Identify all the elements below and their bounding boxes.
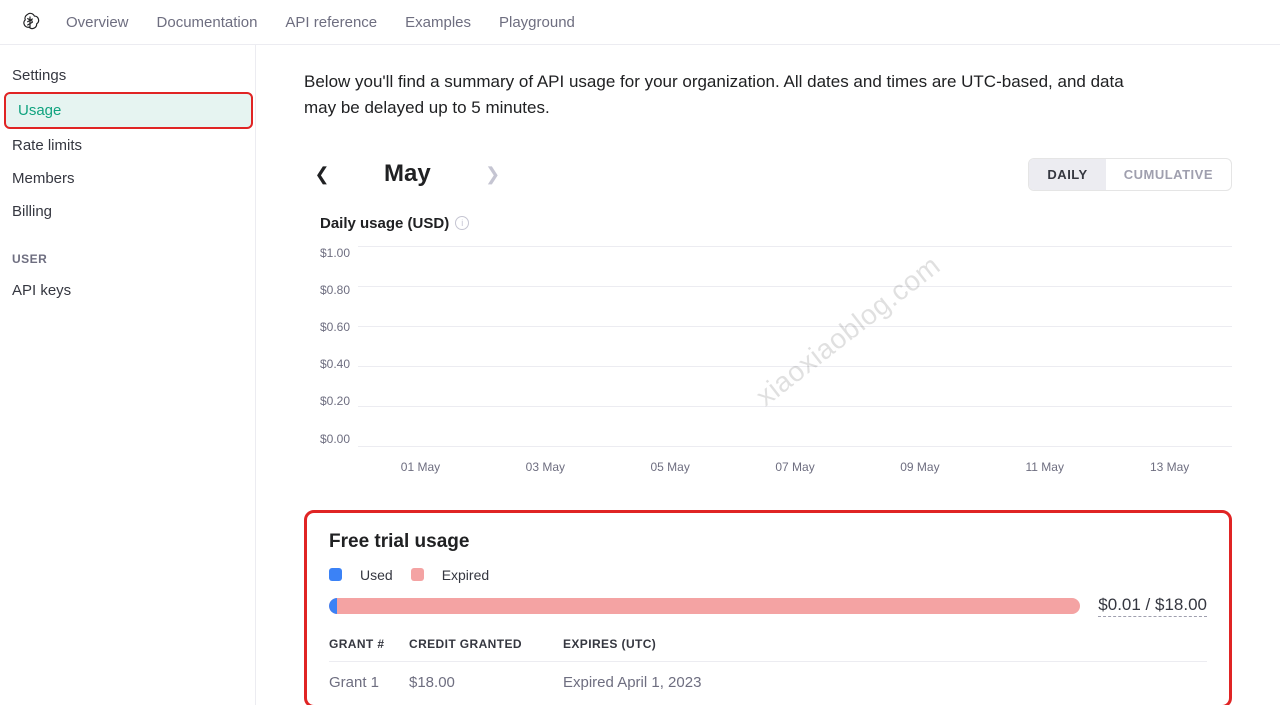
sidebar: Settings Usage Rate limits Members Billi… xyxy=(0,45,256,705)
y-tick: $0.20 xyxy=(320,394,350,408)
col-expires: EXPIRES (UTC) xyxy=(563,637,1207,651)
grant-row: Grant 1 $18.00 Expired April 1, 2023 xyxy=(329,662,1207,691)
x-tick: 11 May xyxy=(982,460,1107,474)
sidebar-item-billing[interactable]: Billing xyxy=(0,195,255,228)
trial-title: Free trial usage xyxy=(329,531,1207,553)
grant-credit: $18.00 xyxy=(409,674,563,691)
trial-summary: $0.01 / $18.00 xyxy=(1098,595,1207,617)
sidebar-item-usage[interactable]: Usage xyxy=(4,92,253,129)
free-trial-panel: Free trial usage Used Expired $0.01 / $1… xyxy=(304,510,1232,705)
toggle-cumulative[interactable]: CUMULATIVE xyxy=(1106,159,1231,190)
plot-area: 01 May 03 May 05 May 07 May 09 May 11 Ma… xyxy=(358,246,1232,474)
x-tick: 03 May xyxy=(483,460,608,474)
sidebar-item-settings[interactable]: Settings xyxy=(0,59,255,92)
sidebar-item-rate-limits[interactable]: Rate limits xyxy=(0,129,255,162)
grant-id: Grant 1 xyxy=(329,674,409,691)
col-grant: GRANT # xyxy=(329,637,409,651)
x-axis: 01 May 03 May 05 May 07 May 09 May 11 Ma… xyxy=(358,446,1232,474)
logo-icon[interactable] xyxy=(18,10,42,34)
main-content: Below you'll find a summary of API usage… xyxy=(256,45,1280,705)
grant-expires: Expired April 1, 2023 xyxy=(563,674,1207,691)
nav-api-reference[interactable]: API reference xyxy=(285,14,377,31)
trial-progress-used xyxy=(329,598,337,614)
x-tick: 13 May xyxy=(1107,460,1232,474)
x-tick: 05 May xyxy=(608,460,733,474)
legend-used-label: Used xyxy=(360,567,393,583)
expired-swatch-icon xyxy=(411,568,424,581)
top-nav-links: Overview Documentation API reference Exa… xyxy=(66,14,575,31)
nav-documentation[interactable]: Documentation xyxy=(157,14,258,31)
nav-overview[interactable]: Overview xyxy=(66,14,129,31)
view-toggle: DAILY CUMULATIVE xyxy=(1028,158,1232,191)
month-row: ❮ May ❯ DAILY CUMULATIVE xyxy=(304,158,1232,191)
y-tick: $1.00 xyxy=(320,246,350,260)
nav-playground[interactable]: Playground xyxy=(499,14,575,31)
used-swatch-icon xyxy=(329,568,342,581)
sidebar-item-members[interactable]: Members xyxy=(0,162,255,195)
next-month-button[interactable]: ❯ xyxy=(483,164,503,185)
y-tick: $0.60 xyxy=(320,320,350,334)
sidebar-user-heading: USER xyxy=(0,228,255,274)
y-axis: $1.00 $0.80 $0.60 $0.40 $0.20 $0.00 xyxy=(320,246,358,446)
x-tick: 01 May xyxy=(358,460,483,474)
top-nav: Overview Documentation API reference Exa… xyxy=(0,0,1280,45)
toggle-daily[interactable]: DAILY xyxy=(1029,159,1105,190)
prev-month-button[interactable]: ❮ xyxy=(312,164,332,185)
chart: Daily usage (USD) i $1.00 $0.80 $0.60 $0… xyxy=(304,215,1232,474)
chart-title: Daily usage (USD) xyxy=(320,215,449,232)
grant-table: GRANT # CREDIT GRANTED EXPIRES (UTC) Gra… xyxy=(329,637,1207,691)
x-tick: 09 May xyxy=(857,460,982,474)
legend-expired-label: Expired xyxy=(442,567,489,583)
trial-progress-bar xyxy=(329,598,1080,614)
nav-examples[interactable]: Examples xyxy=(405,14,471,31)
month-label: May xyxy=(384,160,431,188)
trial-legend: Used Expired xyxy=(329,567,1207,583)
info-icon[interactable]: i xyxy=(455,216,469,230)
col-credit: CREDIT GRANTED xyxy=(409,637,563,651)
sidebar-item-api-keys[interactable]: API keys xyxy=(0,274,255,307)
x-tick: 07 May xyxy=(733,460,858,474)
y-tick: $0.00 xyxy=(320,432,350,446)
intro-text: Below you'll find a summary of API usage… xyxy=(304,69,1124,122)
y-tick: $0.40 xyxy=(320,357,350,371)
y-tick: $0.80 xyxy=(320,283,350,297)
